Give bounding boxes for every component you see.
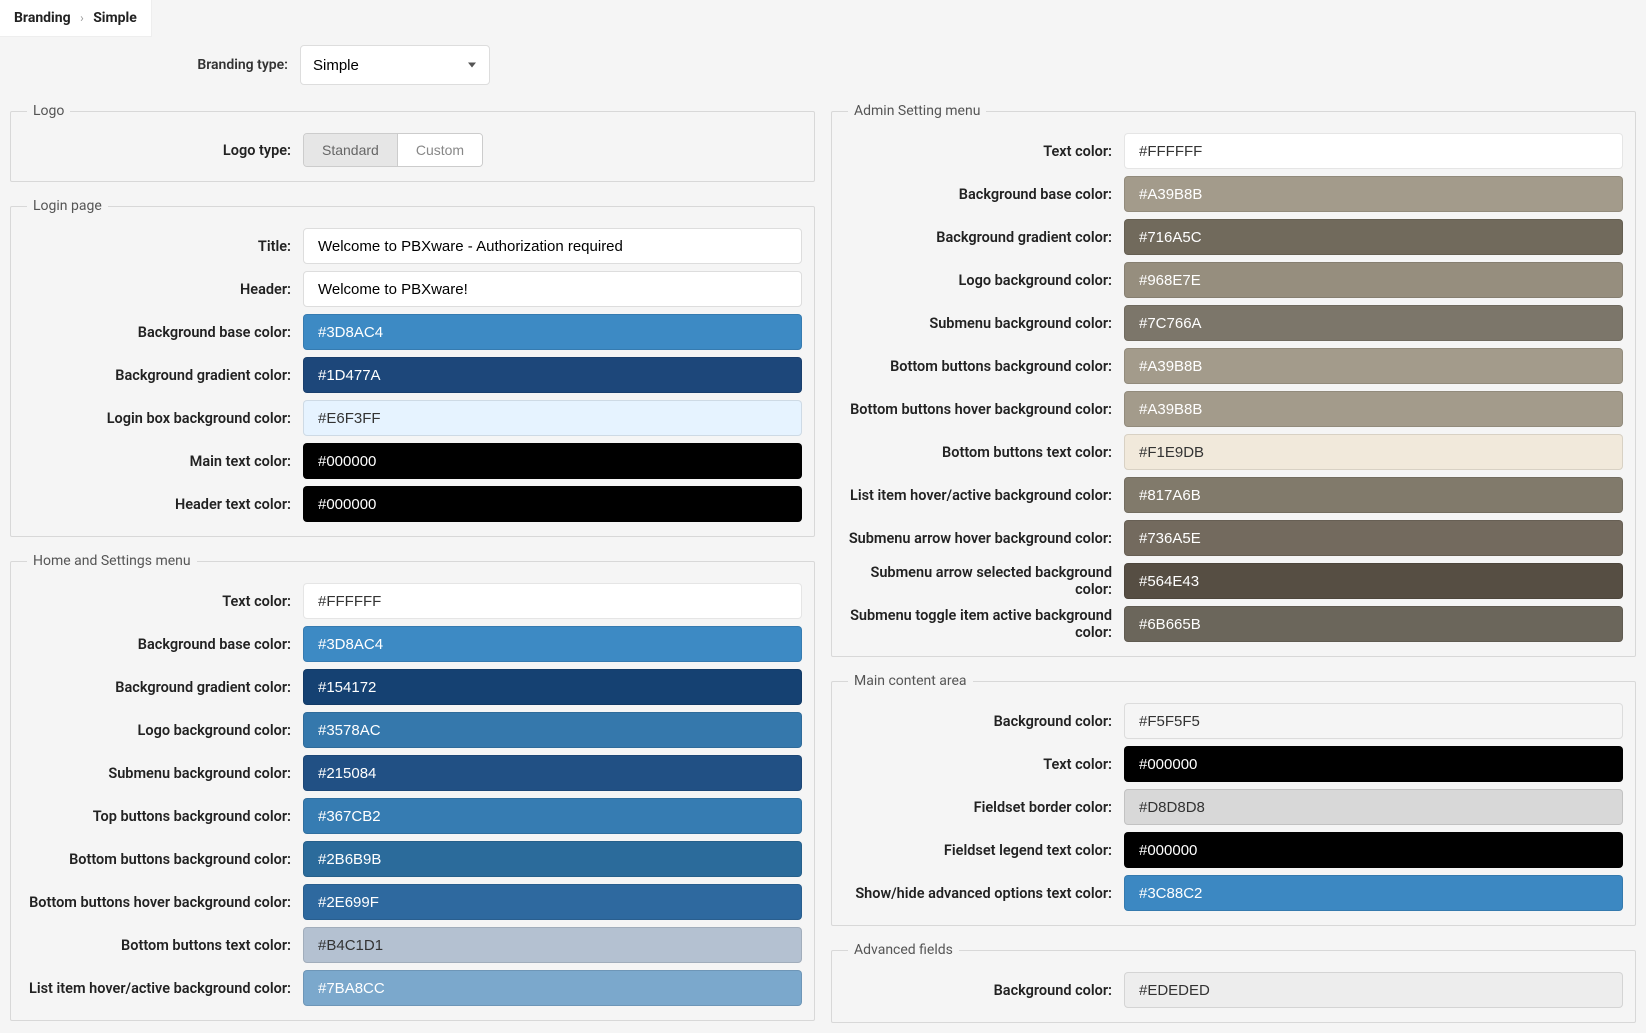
advanced-legend: Advanced fields [848, 942, 959, 958]
main-content-fieldset: Main content area Background color: Text… [831, 673, 1636, 926]
branding-type-row: Branding type: Simple [10, 45, 1636, 85]
login-main-text-input[interactable] [303, 443, 802, 479]
admin-logo-bg-label: Logo background color: [844, 272, 1124, 289]
advanced-bg-label: Background color: [844, 982, 1124, 999]
admin-logo-bg-input[interactable] [1124, 262, 1623, 298]
admin-bot-btn-text-input[interactable] [1124, 434, 1623, 470]
logo-legend: Logo [27, 103, 70, 119]
main-fieldset-border-label: Fieldset border color: [844, 799, 1124, 816]
main-bg-label: Background color: [844, 713, 1124, 730]
login-legend: Login page [27, 198, 108, 214]
main-fieldset-legend-label: Fieldset legend text color: [844, 842, 1124, 859]
main-adv-opt-input[interactable] [1124, 875, 1623, 911]
home-list-hover-label: List item hover/active background color: [23, 980, 303, 997]
login-title-input[interactable] [303, 228, 802, 264]
logo-type-toggle: Standard Custom [303, 133, 483, 167]
login-header-input[interactable] [303, 271, 802, 307]
logo-type-custom[interactable]: Custom [397, 134, 482, 166]
admin-arrow-sel-input[interactable] [1124, 563, 1623, 599]
admin-bot-btn-hover-input[interactable] [1124, 391, 1623, 427]
admin-bg-base-input[interactable] [1124, 176, 1623, 212]
home-text-color-label: Text color: [23, 593, 303, 610]
admin-arrow-hover-input[interactable] [1124, 520, 1623, 556]
home-text-color-input[interactable] [303, 583, 802, 619]
main-text-label: Text color: [844, 756, 1124, 773]
home-bot-btn-hover-input[interactable] [303, 884, 802, 920]
login-box-bg-input[interactable] [303, 400, 802, 436]
admin-bot-btn-hover-label: Bottom buttons hover background color: [844, 401, 1124, 418]
branding-type-select[interactable]: Simple [300, 45, 490, 85]
logo-type-standard[interactable]: Standard [304, 134, 397, 166]
admin-bg-grad-input[interactable] [1124, 219, 1623, 255]
breadcrumb-root[interactable]: Branding [14, 10, 71, 26]
home-top-btn-bg-input[interactable] [303, 798, 802, 834]
home-submenu-bg-label: Submenu background color: [23, 765, 303, 782]
logo-type-label: Logo type: [23, 142, 303, 159]
admin-bg-grad-label: Background gradient color: [844, 229, 1124, 246]
main-fieldset-legend-input[interactable] [1124, 832, 1623, 868]
chevron-right-icon: › [80, 11, 84, 25]
home-logo-bg-input[interactable] [303, 712, 802, 748]
admin-list-hover-label: List item hover/active background color: [844, 487, 1124, 504]
logo-fieldset: Logo Logo type: Standard Custom [10, 103, 815, 182]
main-text-input[interactable] [1124, 746, 1623, 782]
home-submenu-bg-input[interactable] [303, 755, 802, 791]
home-bg-base-label: Background base color: [23, 636, 303, 653]
admin-bg-base-label: Background base color: [844, 186, 1124, 203]
admin-bot-btn-bg-input[interactable] [1124, 348, 1623, 384]
home-bg-grad-label: Background gradient color: [23, 679, 303, 696]
admin-toggle-active-input[interactable] [1124, 606, 1623, 642]
admin-bot-btn-text-label: Bottom buttons text color: [844, 444, 1124, 461]
admin-arrow-sel-label: Submenu arrow selected background color: [844, 564, 1124, 598]
login-header-text-label: Header text color: [23, 496, 303, 513]
home-bot-btn-text-label: Bottom buttons text color: [23, 937, 303, 954]
admin-text-color-label: Text color: [844, 143, 1124, 160]
admin-submenu-bg-label: Submenu background color: [844, 315, 1124, 332]
home-logo-bg-label: Logo background color: [23, 722, 303, 739]
main-fieldset-border-input[interactable] [1124, 789, 1623, 825]
main-area-legend: Main content area [848, 673, 973, 689]
login-page-fieldset: Login page Title: Header: Background bas… [10, 198, 815, 537]
home-bg-grad-input[interactable] [303, 669, 802, 705]
home-settings-fieldset: Home and Settings menu Text color: Backg… [10, 553, 815, 1021]
login-header-label: Header: [23, 281, 303, 298]
admin-arrow-hover-label: Submenu arrow hover background color: [844, 530, 1124, 547]
login-bg-base-label: Background base color: [23, 324, 303, 341]
login-bg-base-input[interactable] [303, 314, 802, 350]
home-top-btn-bg-label: Top buttons background color: [23, 808, 303, 825]
login-bg-grad-label: Background gradient color: [23, 367, 303, 384]
home-legend: Home and Settings menu [27, 553, 197, 569]
login-bg-grad-input[interactable] [303, 357, 802, 393]
home-list-hover-input[interactable] [303, 970, 802, 1006]
home-bot-btn-hover-label: Bottom buttons hover background color: [23, 894, 303, 911]
main-adv-opt-label: Show/hide advanced options text color: [844, 885, 1124, 902]
home-bot-btn-text-input[interactable] [303, 927, 802, 963]
breadcrumb: Branding › Simple [0, 0, 152, 37]
right-column: Admin Setting menu Text color: Backgroun… [831, 103, 1636, 1023]
admin-text-color-input[interactable] [1124, 133, 1623, 169]
login-main-text-label: Main text color: [23, 453, 303, 470]
left-column: Logo Logo type: Standard Custom Login pa… [10, 103, 815, 1021]
login-box-bg-label: Login box background color: [23, 410, 303, 427]
main-bg-input[interactable] [1124, 703, 1623, 739]
home-bg-base-input[interactable] [303, 626, 802, 662]
advanced-bg-input[interactable] [1124, 972, 1623, 1008]
login-title-label: Title: [23, 238, 303, 255]
admin-toggle-active-label: Submenu toggle item active background co… [844, 607, 1124, 641]
login-header-text-input[interactable] [303, 486, 802, 522]
breadcrumb-current: Simple [93, 10, 137, 26]
admin-list-hover-input[interactable] [1124, 477, 1623, 513]
advanced-fields-fieldset: Advanced fields Background color: [831, 942, 1636, 1023]
home-bot-btn-bg-label: Bottom buttons background color: [23, 851, 303, 868]
admin-legend: Admin Setting menu [848, 103, 986, 119]
admin-bot-btn-bg-label: Bottom buttons background color: [844, 358, 1124, 375]
admin-submenu-bg-input[interactable] [1124, 305, 1623, 341]
branding-type-label: Branding type: [20, 57, 300, 73]
admin-menu-fieldset: Admin Setting menu Text color: Backgroun… [831, 103, 1636, 657]
home-bot-btn-bg-input[interactable] [303, 841, 802, 877]
